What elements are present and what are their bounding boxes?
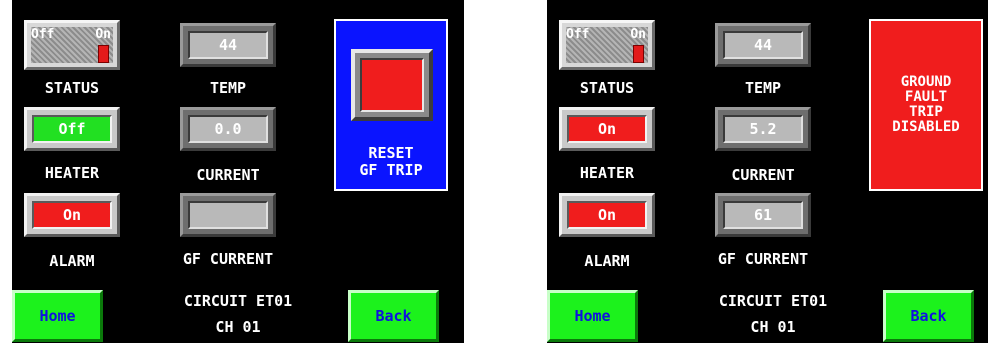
current-label: CURRENT [196, 166, 260, 184]
status-label: STATUS [44, 79, 100, 97]
current-value: 0.0 [188, 115, 268, 143]
gf-current-display [180, 193, 276, 237]
circuit-title: CIRCUIT ET01 [718, 292, 828, 310]
temp-display: 44 [180, 23, 276, 67]
alarm-button[interactable]: On [24, 193, 120, 237]
status-switch-knob[interactable] [98, 45, 109, 63]
home-button[interactable]: Home [12, 290, 103, 342]
channel-title: CH 01 [215, 318, 261, 336]
channel-title: CH 01 [750, 318, 796, 336]
status-on-label: On [95, 27, 111, 42]
hmi-panel-left: Off On STATUS 44 TEMP Off HEATER 0.0 CUR… [12, 0, 464, 343]
gf-current-label: GF CURRENT [717, 250, 809, 268]
ground-fault-disabled-indicator: GROUND FAULT TRIP DISABLED [869, 19, 983, 191]
alarm-label: ALARM [49, 252, 95, 270]
fault-line4: DISABLED [892, 119, 960, 135]
home-button[interactable]: Home [547, 290, 638, 342]
reset-gf-trip-panel: RESET GF TRIP [334, 19, 448, 191]
fault-line1: GROUND [900, 74, 952, 90]
reset-gf-trip-button[interactable] [351, 49, 433, 121]
current-label: CURRENT [731, 166, 795, 184]
temp-value: 44 [188, 31, 268, 59]
reset-line1: RESET [368, 144, 414, 162]
alarm-button[interactable]: On [559, 193, 655, 237]
fault-line2: FAULT [904, 89, 948, 105]
alarm-label: ALARM [584, 252, 630, 270]
status-label: STATUS [579, 79, 635, 97]
temp-value: 44 [723, 31, 803, 59]
back-button[interactable]: Back [348, 290, 439, 342]
reset-line2: GF TRIP [359, 161, 423, 179]
heater-label: HEATER [44, 164, 100, 182]
hmi-panel-right: Off On STATUS 44 TEMP On HEATER 5.2 CURR… [547, 0, 988, 343]
temp-display: 44 [715, 23, 811, 67]
current-display: 5.2 [715, 107, 811, 151]
alarm-state: On [567, 201, 647, 229]
fault-text: GROUND FAULT TRIP DISABLED [892, 75, 959, 135]
gf-current-label: GF CURRENT [182, 250, 274, 268]
status-toggle[interactable]: Off On [24, 20, 120, 70]
gf-current-value [188, 201, 268, 229]
alarm-state: On [32, 201, 112, 229]
temp-label: TEMP [744, 79, 782, 97]
heater-label: HEATER [579, 164, 635, 182]
temp-label: TEMP [209, 79, 247, 97]
reset-button-face [360, 58, 424, 112]
fault-line3: TRIP [909, 104, 943, 120]
circuit-title: CIRCUIT ET01 [183, 292, 293, 310]
heater-state: On [567, 115, 647, 143]
gf-current-value: 61 [723, 201, 803, 229]
gf-current-display: 61 [715, 193, 811, 237]
back-button[interactable]: Back [883, 290, 974, 342]
heater-button[interactable]: On [559, 107, 655, 151]
current-value: 5.2 [723, 115, 803, 143]
status-on-label: On [630, 27, 646, 42]
status-off-label: Off [566, 27, 590, 42]
status-off-label: Off [31, 27, 55, 42]
heater-state: Off [32, 115, 112, 143]
status-toggle[interactable]: Off On [559, 20, 655, 70]
current-display: 0.0 [180, 107, 276, 151]
status-switch-knob[interactable] [633, 45, 644, 63]
heater-button[interactable]: Off [24, 107, 120, 151]
